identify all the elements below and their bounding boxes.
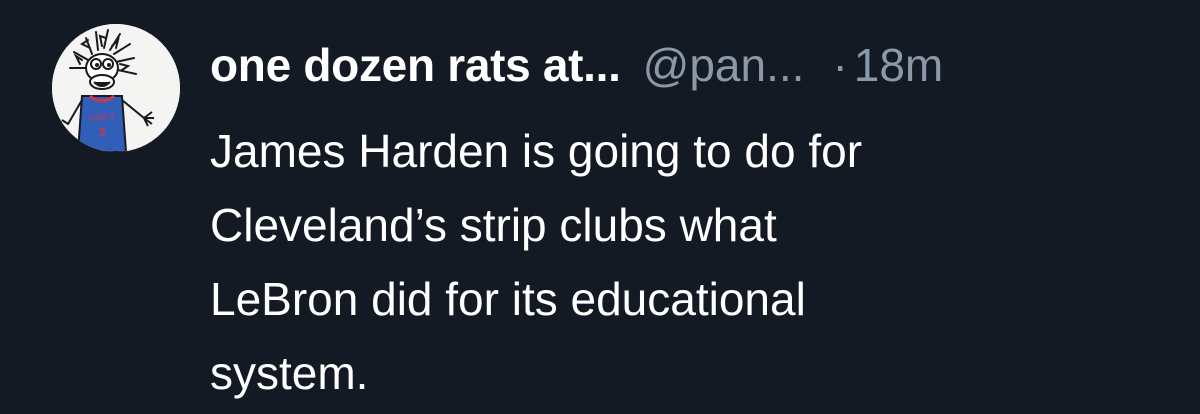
tweet-text-line: Cleveland’s strip clubs what — [210, 199, 777, 251]
user-handle[interactable]: @pan... — [643, 30, 805, 100]
tweet-text-line: LeBron did for its educational — [210, 273, 806, 325]
svg-text:3: 3 — [99, 125, 106, 139]
cartoon-rat-avatar-icon: PHILA 3 — [52, 24, 180, 152]
tweet-text-line: James Harden is going to do for — [210, 125, 863, 177]
tweet[interactable]: PHILA 3 one dozen rats at... @pan... · 1… — [0, 0, 1200, 414]
separator-dot: · — [832, 39, 848, 91]
tweet-text-line: system. — [210, 347, 369, 399]
display-name[interactable]: one dozen rats at... — [210, 30, 621, 100]
timestamp[interactable]: 18m — [854, 30, 943, 100]
avatar[interactable]: PHILA 3 — [52, 24, 180, 152]
tweet-header: one dozen rats at... @pan... · 18m — [210, 30, 943, 100]
tweet-text: James Harden is going to do for Clevelan… — [210, 114, 1110, 410]
